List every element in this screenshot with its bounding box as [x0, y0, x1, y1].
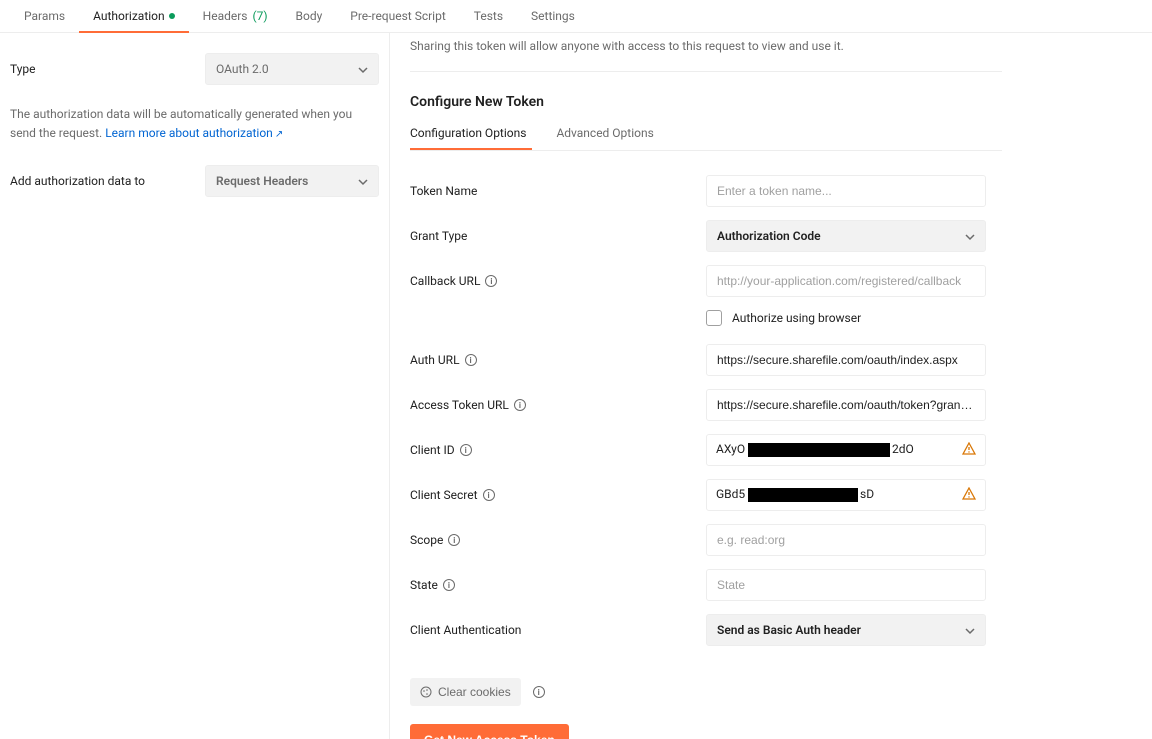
client-secret-label: Client Secret i [410, 488, 706, 502]
auth-type-select[interactable]: OAuth 2.0 [205, 53, 379, 85]
main-content: Type OAuth 2.0 The authorization data wi… [0, 33, 1152, 739]
tab-headers[interactable]: Headers (7) [189, 0, 282, 33]
grant-type-label: Grant Type [410, 229, 706, 243]
get-new-access-token-button[interactable]: Get New Access Token [410, 724, 569, 739]
info-icon[interactable]: i [514, 399, 526, 411]
cookie-icon [420, 686, 432, 698]
type-label: Type [10, 62, 205, 76]
client-auth-label: Client Authentication [410, 623, 706, 637]
modified-dot-icon [169, 13, 175, 19]
subtab-configuration[interactable]: Configuration Options [410, 118, 532, 150]
token-name-label: Token Name [410, 184, 706, 198]
authorize-browser-checkbox[interactable] [706, 310, 722, 326]
state-input[interactable] [706, 569, 986, 601]
divider [410, 71, 1002, 72]
info-icon[interactable]: i [460, 444, 472, 456]
redacted-block [748, 443, 890, 457]
subtab-advanced[interactable]: Advanced Options [556, 118, 653, 150]
add-to-select[interactable]: Request Headers [205, 165, 379, 197]
share-token-text: Sharing this token will allow anyone wit… [410, 37, 1002, 55]
select-value: Authorization Code [717, 229, 821, 243]
right-panel: Sharing this token will allow anyone wit… [390, 33, 1152, 739]
external-link-icon: ↗ [275, 129, 283, 140]
tab-prerequest[interactable]: Pre-request Script [336, 0, 459, 33]
client-id-label: Client ID i [410, 443, 706, 457]
left-panel: Type OAuth 2.0 The authorization data wi… [0, 33, 390, 739]
select-value: Send as Basic Auth header [717, 623, 861, 637]
grant-type-select[interactable]: Authorization Code [706, 220, 986, 252]
callback-url-label: Callback URL i [410, 274, 706, 288]
add-to-label: Add authorization data to [10, 174, 205, 188]
access-token-url-input[interactable] [706, 389, 986, 421]
chevron-down-icon [965, 231, 975, 241]
token-name-input[interactable] [706, 175, 986, 207]
access-token-url-label: Access Token URL i [410, 398, 706, 412]
clear-cookies-button[interactable]: Clear cookies [410, 678, 521, 706]
scope-input[interactable] [706, 524, 986, 556]
tab-params[interactable]: Params [10, 0, 79, 33]
learn-more-link[interactable]: Learn more about authorization↗ [105, 126, 283, 140]
info-icon[interactable]: i [465, 354, 477, 366]
info-icon[interactable]: i [443, 579, 455, 591]
request-tabs: Params Authorization Headers (7) Body Pr… [0, 0, 1152, 33]
redacted-block [748, 488, 858, 502]
tab-label: Headers [203, 9, 248, 23]
token-subtabs: Configuration Options Advanced Options [410, 118, 1002, 151]
callback-url-input[interactable] [706, 265, 986, 297]
warning-icon [962, 487, 976, 501]
chevron-down-icon [358, 64, 368, 74]
select-value: Request Headers [216, 174, 308, 188]
info-icon[interactable]: i [483, 489, 495, 501]
headers-count: (7) [252, 9, 267, 23]
chevron-down-icon [965, 625, 975, 635]
info-icon[interactable]: i [448, 534, 460, 546]
auth-url-input[interactable] [706, 344, 986, 376]
tab-body[interactable]: Body [282, 0, 337, 33]
select-value: OAuth 2.0 [216, 62, 269, 76]
tab-label: Authorization [93, 9, 165, 23]
auth-helper-text: The authorization data will be automatic… [10, 105, 379, 143]
configure-token-title: Configure New Token [410, 94, 1002, 110]
tab-settings[interactable]: Settings [517, 0, 589, 33]
auth-url-label: Auth URL i [410, 353, 706, 367]
info-icon[interactable]: i [533, 686, 545, 698]
warning-icon [962, 442, 976, 456]
info-icon[interactable]: i [485, 275, 497, 287]
tab-authorization[interactable]: Authorization [79, 0, 189, 33]
state-label: State i [410, 578, 706, 592]
scope-label: Scope i [410, 533, 706, 547]
chevron-down-icon [358, 176, 368, 186]
authorize-browser-label: Authorize using browser [732, 311, 861, 325]
tab-tests[interactable]: Tests [460, 0, 517, 33]
client-auth-select[interactable]: Send as Basic Auth header [706, 614, 986, 646]
